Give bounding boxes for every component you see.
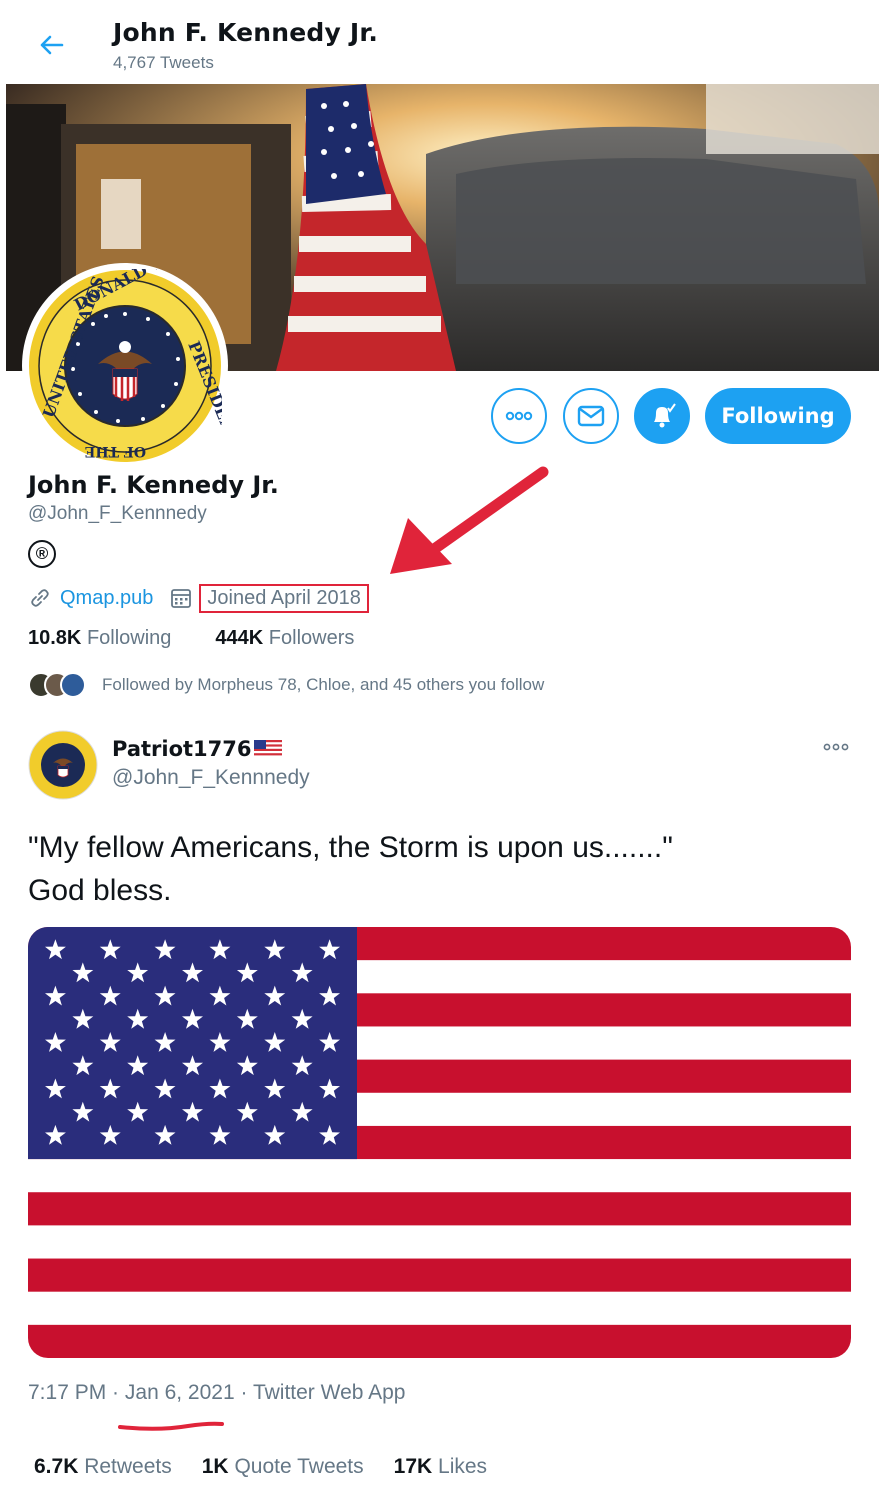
profile-name: John F. Kennedy Jr. xyxy=(28,471,279,499)
following-button[interactable]: Following xyxy=(705,388,851,444)
quotes-count: 1K xyxy=(201,1455,229,1478)
seal-bottom-text: OF THE xyxy=(85,443,146,459)
envelope-icon xyxy=(577,405,605,427)
back-arrow-icon[interactable] xyxy=(36,30,66,60)
annotation-underline xyxy=(118,1421,224,1431)
american-flag-image xyxy=(28,927,851,1358)
tweet-author-name[interactable]: Patriot1776 xyxy=(112,737,282,761)
quotes-label: Quote Tweets xyxy=(234,1455,364,1478)
flag-stripe xyxy=(28,1225,851,1260)
tweet-text-line: God bless. xyxy=(28,874,172,907)
following-label: Following xyxy=(86,627,172,649)
notifications-button[interactable] xyxy=(634,388,690,444)
us-flag-emoji-icon xyxy=(253,740,282,758)
tweet-time[interactable]: 7:17 PM xyxy=(28,1381,106,1404)
profile-link[interactable]: Qmap.pub xyxy=(60,587,153,610)
followers-label: Followers xyxy=(268,627,355,649)
joined-date: Joined April 2018 xyxy=(199,583,369,613)
likes-count: 17K xyxy=(393,1455,433,1478)
tweet-date[interactable]: Jan 6, 2021 xyxy=(125,1381,235,1404)
flag-stripe xyxy=(28,1192,851,1226)
retweets-count: 6.7K xyxy=(34,1455,79,1478)
tweet-display-name: Patriot1776 xyxy=(112,737,252,761)
mutual-avatar xyxy=(60,672,86,698)
profile-meta: Qmap.pub Joined April 2018 xyxy=(28,583,369,613)
more-button[interactable] xyxy=(491,388,547,444)
followed-by-text: Followed by Morpheus 78, Chloe, and 45 o… xyxy=(102,675,545,694)
bell-icon xyxy=(654,403,676,428)
header-title: John F. Kennedy Jr. xyxy=(113,18,379,47)
followers-stat[interactable]: 444K Followers xyxy=(215,627,354,650)
tweet-source[interactable]: Twitter Web App xyxy=(253,1381,406,1404)
likes-stat[interactable]: 17K Likes xyxy=(394,1455,487,1479)
followed-by-row[interactable]: Followed by Morpheus 78, Chloe, and 45 o… xyxy=(28,670,544,700)
calendar-icon xyxy=(171,589,192,608)
following-count: 10.8K xyxy=(28,627,82,649)
tweet-avatar[interactable] xyxy=(28,730,98,800)
follow-stats: 10.8K Following 444K Followers xyxy=(28,627,354,650)
retweets-label: Retweets xyxy=(84,1455,172,1478)
flag-stripe xyxy=(28,1324,851,1358)
flag-stripe xyxy=(28,1258,851,1293)
message-button[interactable] xyxy=(563,388,619,444)
more-icon xyxy=(505,411,533,421)
tweet-count: 4,767 Tweets xyxy=(113,53,214,72)
annotation-arrow xyxy=(390,466,549,574)
followers-count: 444K xyxy=(215,627,264,649)
retweets-stat[interactable]: 6.7K Retweets xyxy=(34,1455,172,1479)
tweet-text: "My fellow Americans, the Storm is upon … xyxy=(28,826,858,912)
tweet-timestamp: 7:17 PM · Jan 6, 2021 · Twitter Web App xyxy=(28,1381,406,1404)
tweet-text-line: "My fellow Americans, the Storm is upon … xyxy=(28,831,673,864)
profile-avatar[interactable]: DONALD TRUMP PRESIDENT OF THE UNITED STA… xyxy=(22,225,243,469)
tweet-media-image[interactable] xyxy=(28,927,851,1358)
presidential-seal-avatar: DONALD TRUMP PRESIDENT OF THE UNITED STA… xyxy=(29,225,243,462)
likes-label: Likes xyxy=(438,1455,488,1478)
quote-tweets-stat[interactable]: 1K Quote Tweets xyxy=(202,1455,364,1479)
flag-stripe xyxy=(28,1291,851,1326)
registered-badge: ® xyxy=(28,540,56,568)
flag-stripe xyxy=(28,1159,851,1193)
flag-canton xyxy=(28,927,357,1160)
following-stat[interactable]: 10.8K Following xyxy=(28,627,171,650)
top-bar: John F. Kennedy Jr. 4,767 Tweets xyxy=(0,0,885,84)
link-icon xyxy=(31,589,49,607)
tweet-more-icon[interactable] xyxy=(822,742,850,752)
tweet-engagement: 6.7K Retweets 1K Quote Tweets 17K Likes xyxy=(34,1455,487,1479)
tweet-author-handle[interactable]: @John_F_Kennnedy xyxy=(112,766,310,790)
profile-handle: @John_F_Kennnedy xyxy=(28,503,207,524)
